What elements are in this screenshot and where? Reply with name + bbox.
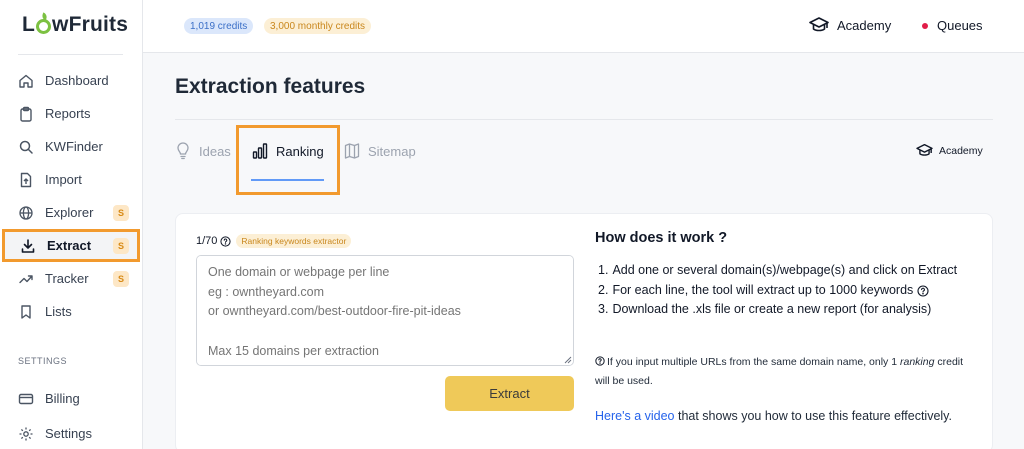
title-divider [175, 119, 993, 120]
credits-badge: 1,019 credits [184, 18, 254, 34]
video-help-line: Here's a video that shows you how to use… [595, 409, 952, 423]
resize-handle-icon[interactable] [563, 355, 572, 364]
extraction-card: 1/70 Ranking keywords extractor Extract … [175, 213, 993, 449]
tab-sitemap[interactable]: Sitemap [344, 142, 416, 160]
download-icon [21, 238, 35, 253]
sidebar-item-settings[interactable]: Settings [0, 417, 140, 449]
tracker-badge: S [113, 270, 129, 287]
extract-badge: S [113, 237, 129, 254]
search-icon [19, 140, 33, 154]
logo-fruit-icon [36, 19, 52, 34]
how-it-works-steps: 1. Add one or several domain(s)/webpage(s… [598, 261, 957, 320]
gear-icon [19, 427, 33, 440]
upload-icon [20, 172, 32, 187]
ranking-tab-highlight [236, 125, 340, 195]
sidebar-item-kwfinder[interactable]: KWFinder [0, 130, 140, 163]
tab-ideas[interactable]: Ideas [175, 142, 231, 160]
lightbulb-icon [177, 142, 189, 160]
extract-button[interactable]: Extract [445, 376, 574, 411]
explorer-badge: S [113, 204, 129, 221]
trend-icon [19, 274, 33, 283]
page-title: Extraction features [175, 75, 366, 98]
monthly-credits-badge: 3,000 monthly credits [264, 18, 372, 34]
topbar-academy-link[interactable]: Academy [809, 16, 891, 34]
logo-divider [18, 54, 123, 55]
credit-note: If you input multiple URLs from the same… [595, 356, 964, 387]
graduation-cap-icon [809, 17, 829, 32]
sidebar-item-explorer[interactable]: Explorer S [0, 196, 140, 229]
list-item: 1. Add one or several domain(s)/webpage(s… [598, 263, 958, 277]
lowfruits-logo[interactable]: LwFruits [22, 13, 128, 37]
sidebar-item-lists[interactable]: Lists [0, 295, 140, 328]
video-link[interactable]: Here's a video [595, 409, 675, 423]
sidebar-item-billing[interactable]: Billing [0, 382, 140, 415]
bookmark-icon [21, 304, 31, 319]
map-icon [344, 143, 360, 159]
sidebar-item-dashboard[interactable]: Dashboard [0, 64, 140, 97]
card-icon [18, 393, 34, 404]
how-it-works-title: How does it work ? [595, 230, 728, 246]
sidebar-item-extract[interactable]: Extract S [2, 229, 140, 262]
domain-counter: 1/70 Ranking keywords extractor [196, 234, 352, 248]
globe-icon [19, 205, 33, 220]
sidebar: LwFruits Dashboard Reports KWFinder Impo… [0, 0, 143, 449]
domains-input[interactable] [196, 255, 574, 366]
topbar: 1,019 credits 3,000 monthly credits Acad… [143, 0, 1024, 53]
extractor-badge: Ranking keywords extractor [236, 234, 352, 248]
queue-status-dot [922, 22, 928, 29]
topbar-queues-link[interactable]: Queues [922, 18, 983, 33]
help-icon[interactable] [917, 284, 929, 297]
sidebar-item-reports[interactable]: Reports [0, 97, 140, 130]
graduation-cap-icon [916, 143, 933, 156]
list-item: 2. For each line, the tool will extract u… [598, 281, 957, 301]
academy-link[interactable]: Academy [916, 143, 983, 158]
sidebar-item-tracker[interactable]: Tracker S [0, 262, 140, 295]
help-icon[interactable] [220, 235, 232, 247]
active-tab-indicator [251, 179, 324, 181]
home-icon [19, 74, 33, 88]
list-item: 3. Download the .xls file or create a new… [598, 302, 932, 317]
clipboard-icon [20, 106, 32, 122]
help-icon [595, 356, 605, 366]
main-content: Extraction features Ideas Ranking Sitema… [143, 53, 1024, 449]
settings-section-label: SETTINGS [18, 356, 68, 366]
sidebar-item-import[interactable]: Import [0, 163, 140, 196]
